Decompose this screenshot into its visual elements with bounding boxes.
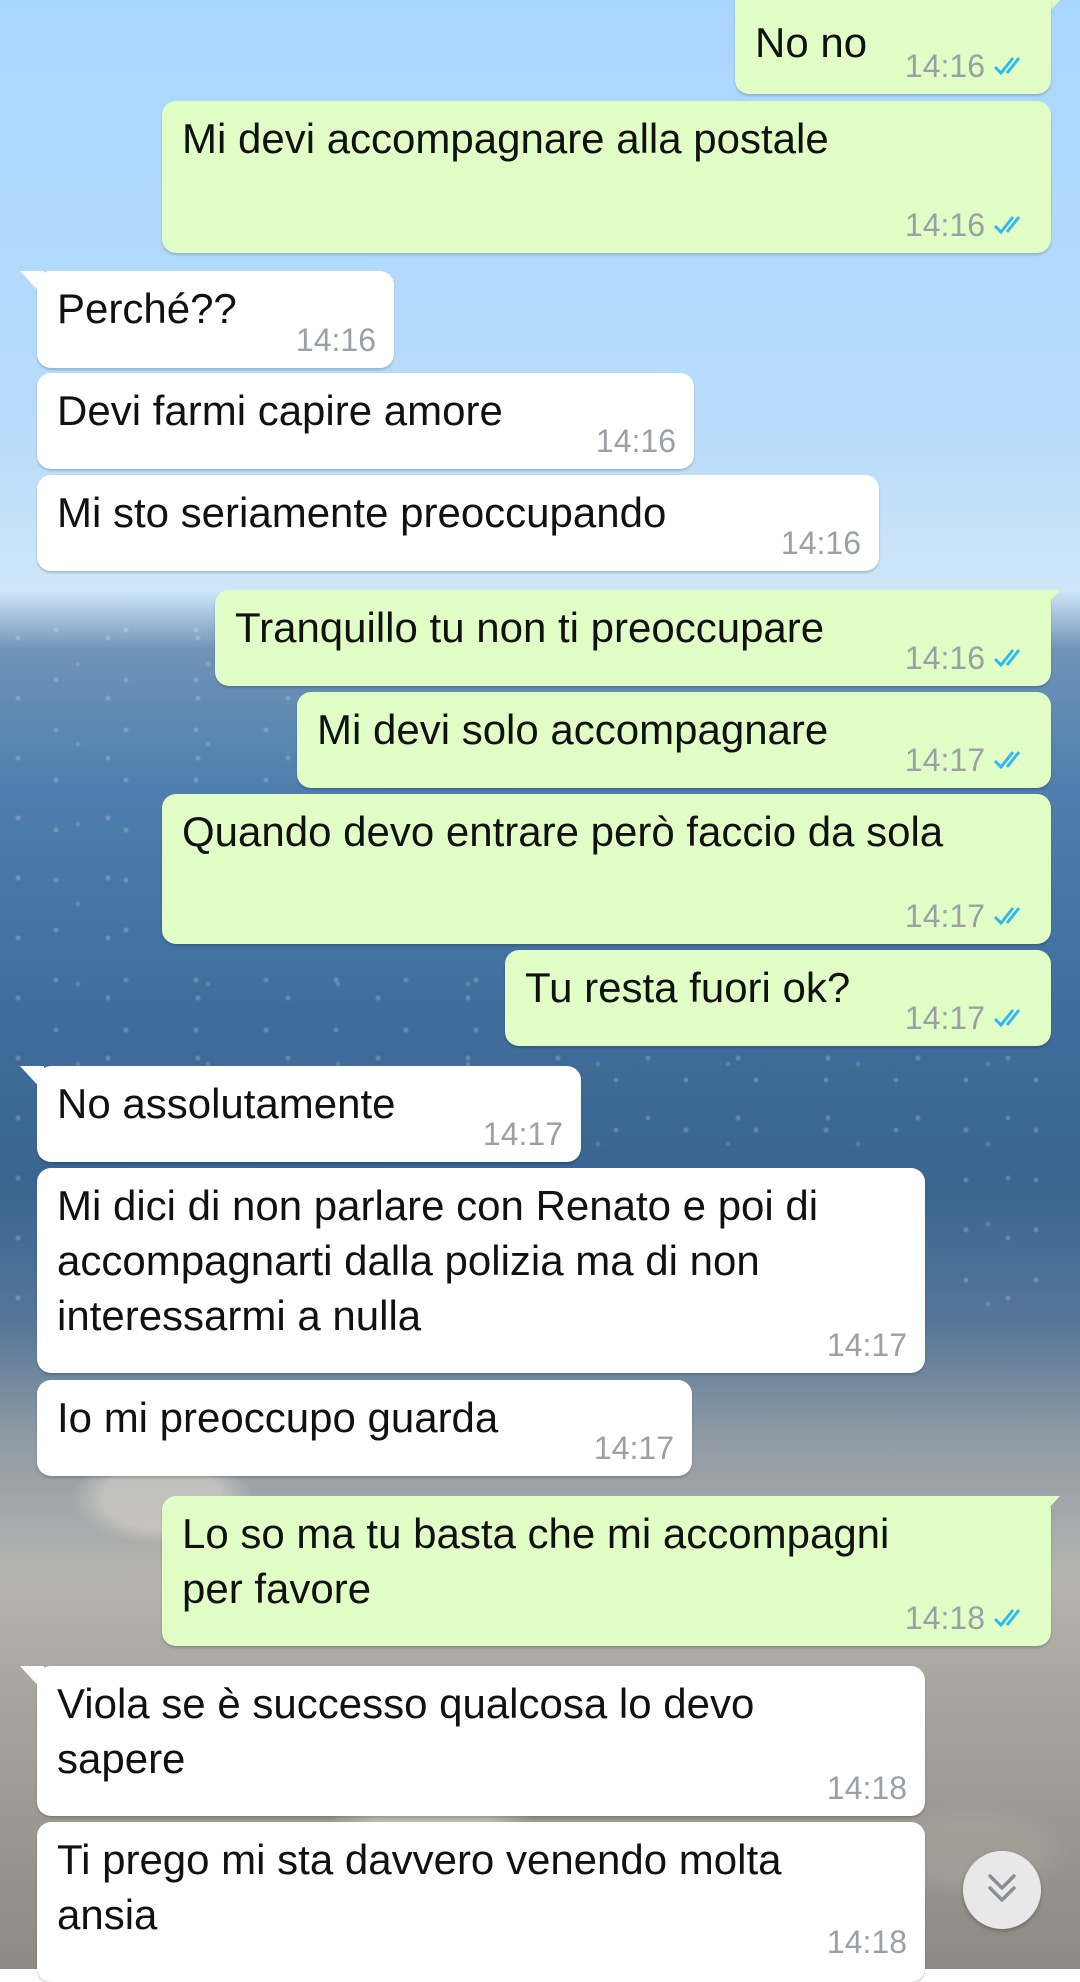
message-meta: 14:16 (905, 209, 1033, 241)
message-outgoing[interactable]: Mi devi accompagnare alla postale 14:16 (162, 101, 1051, 253)
message-text: Tu resta fuori ok? (525, 964, 851, 1011)
message-time: 14:16 (904, 640, 985, 676)
message-meta: 14:16 (296, 324, 376, 356)
read-receipt-icon (993, 646, 1033, 670)
message-incoming[interactable]: No assolutamente 14:17 (37, 1066, 581, 1162)
message-text: Mi sto seriamente preoccupando (57, 489, 667, 536)
message-time: 14:17 (904, 1000, 985, 1036)
message-text: Tranquillo tu non ti preoccupare (235, 604, 825, 651)
message-time: 14:17 (904, 898, 985, 934)
message-meta: 14:16 (781, 527, 861, 559)
message-time: 14:16 (780, 525, 861, 561)
message-outgoing[interactable]: Tu resta fuori ok? 14:17 (505, 950, 1051, 1046)
message-incoming[interactable]: Devi farmi capire amore 14:16 (37, 373, 694, 469)
message-text: No no (755, 19, 868, 66)
message-text: No assolutamente (57, 1080, 396, 1127)
read-receipt-icon (993, 213, 1033, 237)
message-outgoing[interactable]: Lo so ma tu basta che mi accompagni per … (162, 1496, 1051, 1646)
message-meta: 14:18 (827, 1772, 907, 1804)
double-chevron-down-icon (982, 1868, 1022, 1913)
message-meta: 14:17 (483, 1118, 563, 1150)
read-receipt-icon (993, 1006, 1033, 1030)
message-time: 14:17 (593, 1430, 674, 1466)
message-time: 14:17 (826, 1327, 907, 1363)
message-text: Lo so ma tu basta che mi accompagni per … (182, 1510, 890, 1612)
message-meta: 14:17 (594, 1432, 674, 1464)
message-meta: 14:18 (827, 1926, 907, 1958)
message-meta: 14:17 (905, 1002, 1033, 1034)
message-time: 14:16 (295, 322, 376, 358)
read-receipt-icon (993, 748, 1033, 772)
message-text: Mi dici di non parlare con Renato e poi … (57, 1182, 819, 1339)
message-time: 14:18 (904, 1600, 985, 1636)
message-incoming[interactable]: Mi sto seriamente preoccupando 14:16 (37, 475, 879, 571)
message-meta: 14:17 (905, 900, 1033, 932)
message-incoming[interactable]: Viola se è successo qualcosa lo devo sap… (37, 1666, 925, 1816)
message-outgoing[interactable]: Quando devo entrare però faccio da sola … (162, 794, 1051, 944)
read-receipt-icon (993, 1606, 1033, 1630)
message-incoming[interactable]: Perché?? 14:16 (37, 271, 394, 368)
message-meta: 14:16 (596, 425, 676, 457)
message-time: 14:18 (826, 1924, 907, 1960)
message-time: 14:17 (482, 1116, 563, 1152)
message-text: Perché?? (57, 285, 237, 332)
message-time: 14:16 (904, 48, 985, 84)
message-incoming[interactable]: Mi dici di non parlare con Renato e poi … (37, 1168, 925, 1373)
message-text: Quando devo entrare però faccio da sola (182, 808, 944, 855)
message-text: Devi farmi capire amore (57, 387, 503, 434)
message-outgoing[interactable]: No no 14:16 (735, 0, 1051, 94)
message-meta: 14:16 (905, 642, 1033, 674)
message-meta: 14:17 (905, 744, 1033, 776)
message-outgoing[interactable]: Mi devi solo accompagnare 14:17 (297, 692, 1051, 788)
message-incoming[interactable]: Io mi preoccupo guarda 14:17 (37, 1380, 692, 1476)
scroll-to-bottom-button[interactable] (963, 1851, 1041, 1929)
message-text: Mi devi accompagnare alla postale (182, 115, 829, 162)
message-text: Io mi preoccupo guarda (57, 1394, 499, 1441)
message-time: 14:16 (904, 207, 985, 243)
message-time: 14:16 (595, 423, 676, 459)
message-text: Viola se è successo qualcosa lo devo sap… (57, 1680, 755, 1782)
message-meta: 14:17 (827, 1329, 907, 1361)
message-time: 14:17 (904, 742, 985, 778)
message-text: Mi devi solo accompagnare (317, 706, 829, 753)
message-text: Ti prego mi sta davvero venendo molta an… (57, 1836, 782, 1938)
read-receipt-icon (993, 54, 1033, 78)
message-outgoing[interactable]: Tranquillo tu non ti preoccupare 14:16 (215, 590, 1051, 686)
message-time: 14:18 (826, 1770, 907, 1806)
message-meta: 14:16 (905, 50, 1033, 82)
message-meta: 14:18 (905, 1602, 1033, 1634)
message-incoming[interactable]: Ti prego mi sta davvero venendo molta an… (37, 1822, 925, 1982)
read-receipt-icon (993, 904, 1033, 928)
